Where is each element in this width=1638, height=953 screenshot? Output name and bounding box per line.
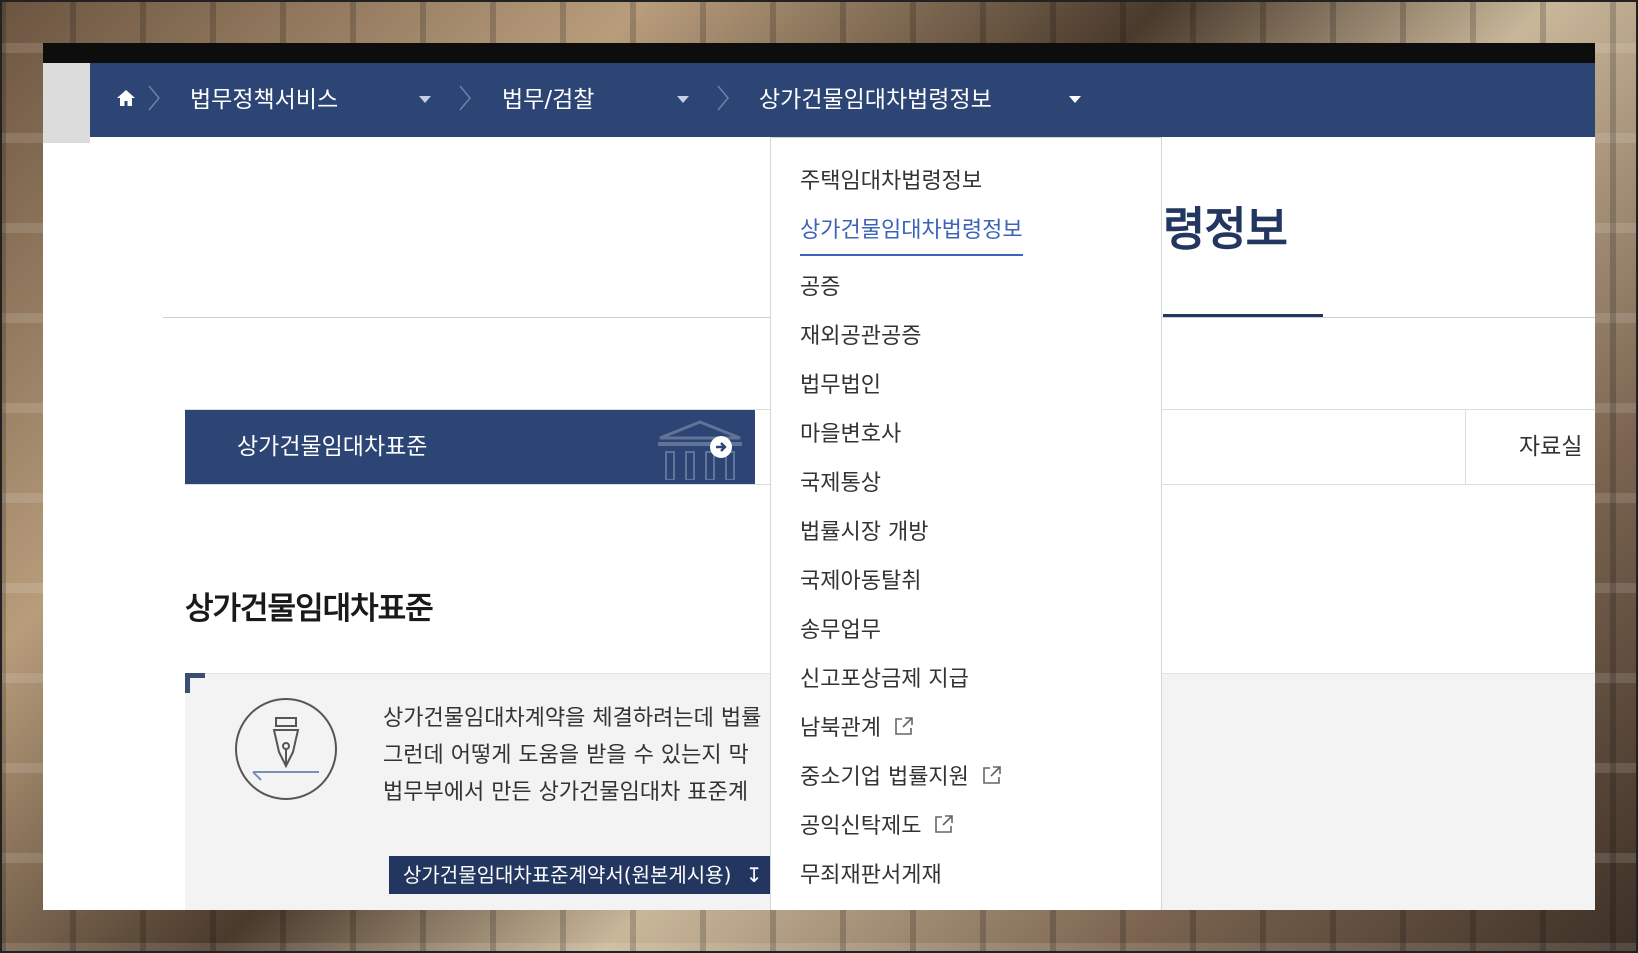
selected-underline [800,254,1023,256]
dropdown-item-selected[interactable]: 상가건물임대차법령정보 [800,212,1023,244]
dropdown-item[interactable]: 마을변호사 [800,416,901,448]
browser-window: 법무정책서비스 법무/검찰 상가건물임대차법령정보 령정보 상가건물임대차표준 [43,43,1595,910]
dropdown-item[interactable]: 중소기업 법률지원 [800,759,1003,791]
dropdown-item[interactable]: 법무법인 [800,367,881,399]
top-strip [43,43,1595,63]
page-title: 령정보 [1163,202,1288,256]
tab-active[interactable]: 상가건물임대차표준 [185,410,755,484]
tab-archive[interactable]: 자료실 [1519,410,1582,484]
breadcrumb: 법무정책서비스 법무/검찰 상가건물임대차법령정보 [90,63,1595,137]
dropdown-item[interactable]: 공증 [800,269,840,301]
chevron-right-icon [459,85,471,111]
dropdown-item[interactable]: 주택임대차법령정보 [800,163,982,195]
chevron-right-icon [717,85,729,111]
breadcrumb-dropdown-menu: 주택임대차법령정보 상가건물임대차법령정보 공증 재외공관공증 법무법인 마을변… [770,137,1162,910]
dropdown-item[interactable]: 송무업무 [800,612,881,644]
download-icon: ↧ [745,863,763,887]
arrow-right-icon [710,436,732,458]
info-line: 법무부에서 만든 상가건물임대차 표준계 [383,780,749,805]
caret-down-icon[interactable] [419,96,431,103]
chevron-right-icon [148,85,160,111]
breadcrumb-level2[interactable]: 법무/검찰 [502,63,594,137]
home-icon[interactable] [116,88,136,108]
fountain-pen-icon [235,698,337,800]
dropdown-item[interactable]: 국제통상 [800,465,881,497]
caret-down-icon[interactable] [1069,96,1081,103]
breadcrumb-level3[interactable]: 상가건물임대차법령정보 [759,63,992,137]
dropdown-item[interactable]: 무죄재판서게재 [800,857,942,889]
left-edge [43,63,90,143]
dropdown-item[interactable]: 법률시장 개방 [800,514,928,546]
external-link-icon [895,717,913,735]
breadcrumb-level1[interactable]: 법무정책서비스 [190,63,338,137]
dropdown-item[interactable]: 공익신탁제도 [800,808,955,840]
corner-mark [185,673,205,693]
dropdown-item[interactable]: 신고포상금제 지급 [800,661,969,693]
dropdown-item[interactable]: 재외공관공증 [800,318,921,350]
info-line: 그런데 어떻게 도움을 받을 수 있는지 막 [383,743,749,768]
dropdown-item[interactable]: 남북관계 [800,710,915,742]
section-heading: 상가건물임대차표준 [185,591,434,627]
info-line: 상가건물임대차계약을 체결하려는데 법률 [383,706,762,731]
tab-divider [1465,410,1466,484]
caret-down-icon[interactable] [677,96,689,103]
external-link-icon [935,815,954,833]
download-label: 상가건물임대차표준계약서(원본게시용) [403,863,732,887]
dropdown-item[interactable]: 국제아동탈취 [800,563,921,595]
building-icon [658,420,742,480]
download-button[interactable]: 상가건물임대차표준계약서(원본게시용) ↧ [389,856,777,894]
tab-label: 상가건물임대차표준 [237,434,428,460]
external-link-icon [983,766,1001,784]
